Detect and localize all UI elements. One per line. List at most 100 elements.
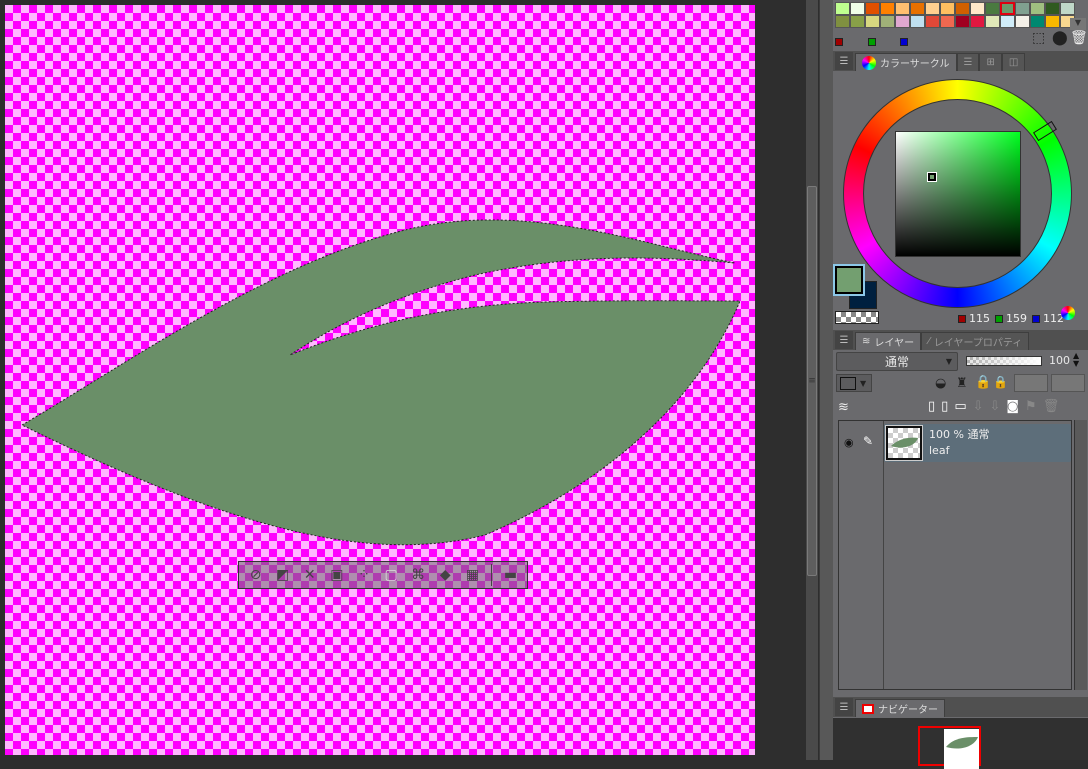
apply-mask-icon[interactable]: ⚑ (1025, 399, 1037, 414)
pen-icon: ⁄ (928, 336, 930, 347)
palette-swatch[interactable] (970, 15, 985, 28)
chevron-down-icon: ▼ (860, 378, 867, 388)
palette-swatch[interactable] (895, 2, 910, 15)
palette-swatch[interactable] (1015, 15, 1030, 28)
palette-swatch[interactable] (955, 15, 970, 28)
panel-menu-icon[interactable]: ☰ (835, 52, 853, 70)
dock-divider[interactable] (819, 0, 833, 760)
transparent-color-swatch[interactable] (835, 311, 879, 324)
more-settings-icon[interactable]: ▬ (498, 564, 523, 586)
scale-rotate-icon[interactable]: ▢ (379, 564, 404, 586)
palette-swatch[interactable] (895, 15, 910, 28)
palette-swatch[interactable] (940, 2, 955, 15)
scrollbar-thumb[interactable]: ≡ (807, 186, 817, 576)
drawing-canvas[interactable]: ⊘ ◩ ✕ ▣ ⁘ ▢ ⌘ ◆ ▦ ▬ (5, 5, 755, 755)
tab-layer[interactable]: ≋ レイヤー (855, 332, 922, 350)
ruler-select[interactable] (1051, 374, 1085, 392)
tab-color-circle[interactable]: カラーサークル (855, 53, 957, 71)
navigator-thumbnail (944, 729, 979, 769)
new-raster-layer-icon[interactable]: ▯ (928, 399, 935, 414)
opacity-stepper[interactable]: ▲ ▼ (1073, 352, 1079, 368)
palette-swatch[interactable] (1015, 2, 1030, 15)
lock-transparent-icon[interactable]: 🔒 (993, 375, 1008, 389)
palette-swatch[interactable] (1045, 15, 1060, 28)
palette-swatch[interactable] (880, 2, 895, 15)
palette-swatch[interactable] (850, 2, 865, 15)
navigator-view[interactable] (833, 718, 1088, 769)
panel-menu-icon[interactable]: ☰ (835, 698, 853, 716)
fill-selection-icon[interactable]: ⁘ (351, 564, 376, 586)
palette-swatch[interactable] (865, 2, 880, 15)
palette-swatch[interactable] (955, 2, 970, 15)
layer-list: ◉ ✎ 100 % 通常 leaf (838, 420, 1072, 690)
shrink-selection-icon[interactable]: ▣ (324, 564, 349, 586)
palette-swatch[interactable] (985, 2, 1000, 15)
clear-outside-icon[interactable]: ▦ (460, 564, 485, 586)
palette-swatch[interactable] (880, 15, 895, 28)
main-color-swatch[interactable] (833, 264, 865, 296)
b-indicator (1032, 314, 1040, 323)
delete-layer-icon[interactable]: 🗑 (1043, 399, 1060, 414)
reference-layer-icon[interactable]: ♜ (956, 376, 968, 391)
tab-color-set[interactable]: ⊞ (979, 53, 1002, 71)
fill-bucket-icon[interactable]: ◆ (433, 564, 458, 586)
leaf-shape (20, 219, 741, 546)
opacity-value[interactable]: 100 (1049, 354, 1070, 367)
green-swatch (868, 38, 876, 46)
tab-intermediate[interactable]: ◫ (1001, 53, 1026, 71)
expand-selection-icon[interactable]: ✕ (297, 564, 322, 586)
palette-swatch[interactable] (925, 2, 940, 15)
transfer-down-icon[interactable]: ⇩ (973, 399, 984, 414)
opacity-slider[interactable] (966, 356, 1042, 366)
trash-icon[interactable]: 🗑 (1070, 30, 1088, 46)
transform-icon[interactable]: ⌘ (406, 564, 431, 586)
layer-name: leaf (929, 444, 950, 457)
red-swatch (835, 38, 843, 46)
color-panel-tabs: ☰ カラーサークル ☰ ⊞ ◫ (833, 51, 1088, 71)
palette-swatch[interactable] (970, 2, 985, 15)
palette-swatch[interactable] (940, 15, 955, 28)
clip-icon[interactable]: ◒ (935, 376, 946, 391)
layer-row-leaf[interactable]: ◉ ✎ 100 % 通常 leaf (839, 424, 1071, 462)
pen-icon: ✎ (863, 434, 874, 448)
tab-layer-property[interactable]: ⁄ レイヤープロパティ (921, 332, 1030, 350)
layer-thumbnail (885, 425, 923, 461)
mask-select[interactable] (1014, 374, 1048, 392)
tab-navigator[interactable]: ナビゲーター (855, 699, 945, 717)
palette-swatch[interactable] (835, 15, 850, 28)
palette-swatch[interactable] (985, 15, 1000, 28)
rgb-readout: 115 159 112 (958, 312, 1064, 325)
deselect-icon[interactable]: ⊘ (243, 564, 268, 586)
eye-icon[interactable]: ◉ (844, 436, 854, 449)
palette-swatch[interactable] (1030, 15, 1045, 28)
palette-swatch[interactable] (1030, 2, 1045, 15)
palette-swatch[interactable] (910, 2, 925, 15)
lock-icon[interactable]: 🔒 (975, 375, 991, 390)
merge-down-icon[interactable]: ⇩ (990, 399, 1001, 414)
invert-selection-icon[interactable]: ◩ (270, 564, 295, 586)
blend-mode-select[interactable]: 通常 ▼ (836, 352, 958, 371)
color-mode-icon[interactable] (1061, 306, 1075, 320)
palette-swatch[interactable] (1000, 15, 1015, 28)
layer-mask-icon[interactable]: ◙ (1006, 399, 1019, 414)
palette-swatch[interactable] (1060, 2, 1075, 15)
palette-swatch[interactable] (835, 2, 850, 15)
add-drop-icon[interactable]: ⬤ (1052, 30, 1068, 46)
new-folder-icon[interactable]: ▭ (954, 399, 966, 414)
palette-swatch[interactable] (910, 15, 925, 28)
new-vector-layer-icon[interactable]: ▯ (941, 399, 948, 414)
palette-swatch[interactable] (925, 15, 940, 28)
sv-marker[interactable] (927, 172, 937, 182)
palette-swatch[interactable] (1045, 2, 1060, 15)
layer-list-scrollbar[interactable] (1074, 420, 1087, 690)
palette-swatch[interactable] (850, 15, 865, 28)
layer-color-select[interactable]: ▼ (836, 374, 872, 392)
palette-scroll-down[interactable]: ▼ (1070, 18, 1086, 30)
panel-menu-icon[interactable]: ☰ (835, 331, 853, 349)
palette-swatch[interactable] (865, 15, 880, 28)
add-color-icon[interactable]: ⬚ (1032, 30, 1045, 46)
history-icon: ◫ (1008, 57, 1019, 68)
saturation-value-square[interactable] (895, 131, 1021, 257)
tab-color-slider[interactable]: ☰ (956, 53, 980, 71)
palette-swatch[interactable] (1000, 2, 1015, 15)
